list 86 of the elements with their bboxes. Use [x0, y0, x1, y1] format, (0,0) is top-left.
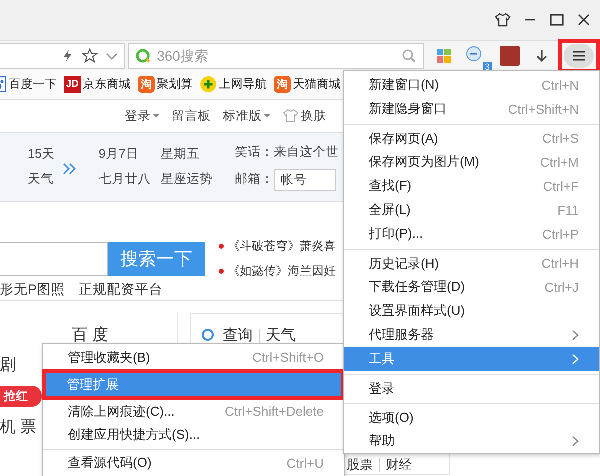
- text-link[interactable]: 正规配资平台: [79, 280, 164, 298]
- header-link[interactable]: 留言板: [172, 108, 211, 124]
- bullet-dot: [219, 269, 224, 274]
- menu-item[interactable]: 新建隐身窗口 Ctrl+Shift+N: [344, 97, 599, 121]
- chevron-right-icon: [572, 354, 579, 364]
- menu-item[interactable]: 查找(F) Ctrl+F: [344, 174, 599, 198]
- apps-grid-icon[interactable]: [436, 48, 452, 64]
- bookmark-link[interactable]: 百度一下: [9, 76, 57, 93]
- ring-logo-icon: [135, 48, 152, 64]
- account-field[interactable]: 帐号: [274, 168, 336, 190]
- horoscope-link[interactable]: 星座运势: [160, 171, 213, 188]
- shortcut-text: F11: [558, 202, 579, 218]
- download-icon[interactable]: [534, 48, 550, 64]
- finance-tab[interactable]: 股票: [347, 457, 373, 472]
- bookmark-link[interactable]: 聚划算: [157, 76, 193, 93]
- weather-link[interactable]: 天气: [28, 171, 55, 188]
- header-link[interactable]: 换肤: [301, 108, 327, 124]
- shortcut-text: Ctrl+J: [544, 280, 579, 294]
- joke-link[interactable]: 笑话：来自这个世: [234, 144, 339, 160]
- chevron-right-icon: [572, 436, 579, 446]
- double-chevron-icon[interactable]: [62, 163, 77, 175]
- menu-item[interactable]: 下载任务管理(D) Ctrl+J: [344, 275, 599, 299]
- caret-icon[interactable]: [264, 114, 271, 118]
- caret-icon[interactable]: [153, 114, 160, 118]
- nav-link[interactable]: 百 度: [72, 325, 108, 346]
- address-field[interactable]: [0, 42, 126, 68]
- bookmark-link[interactable]: 上网导航: [219, 76, 267, 93]
- shortcut-text: Ctrl+N: [542, 78, 579, 92]
- menu-item[interactable]: 管理收藏夹(B) Ctrl+Shift+O: [43, 346, 344, 369]
- promo-badge[interactable]: 抢红: [0, 386, 42, 407]
- shortcut-text: Ctrl+Shift+O: [252, 350, 324, 365]
- avatar-icon[interactable]: [500, 46, 520, 66]
- news-link[interactable]: 《斗破苍穹》萧炎喜: [228, 238, 336, 255]
- mail-label: 邮箱：: [234, 171, 274, 188]
- shortcut-text: Ctrl+P: [542, 226, 579, 242]
- bullet-dot: [219, 244, 224, 249]
- chat-bubble-icon[interactable]: [466, 46, 482, 62]
- weather-link[interactable]: 15天: [28, 146, 55, 163]
- menu-item[interactable]: 清除上网痕迹(C)... Ctrl+Shift+Delete: [43, 400, 344, 423]
- weekday-text: 星期五: [160, 146, 201, 163]
- logo-icon: JD: [64, 76, 81, 93]
- menu-item[interactable]: 创建应用快捷方式(S)...: [43, 423, 344, 446]
- lunar-date-text: 七月廿八: [98, 171, 151, 188]
- maximize-icon[interactable]: [549, 12, 565, 28]
- query-tab[interactable]: 查询: [223, 326, 253, 345]
- nav-link[interactable]: 机 票: [0, 417, 36, 438]
- shortcut-text: Ctrl+Shift+N: [508, 102, 579, 116]
- search-icon: [201, 328, 217, 344]
- menu-button[interactable]: [564, 44, 594, 68]
- shortcut-text: Ctrl+S: [542, 131, 579, 146]
- menu-item[interactable]: 历史记录(H) Ctrl+H: [344, 249, 599, 275]
- date-text: 9月7日: [98, 146, 140, 163]
- shortcut-text: Ctrl+Shift+Delete: [225, 404, 324, 419]
- menu-item[interactable]: 新建窗口(N) Ctrl+N: [344, 73, 599, 97]
- query-tab[interactable]: 天气: [266, 326, 296, 345]
- finance-tab[interactable]: 财经: [386, 457, 412, 472]
- nav-link[interactable]: 剧: [0, 355, 16, 376]
- bookmark-link[interactable]: 天猫商城: [293, 76, 341, 93]
- text-link[interactable]: 形无P图照: [0, 280, 66, 298]
- search-field[interactable]: [0, 242, 108, 276]
- bookmark-link[interactable]: 京东商城: [83, 76, 131, 93]
- news-link[interactable]: 《如懿传》海兰因妊: [228, 263, 336, 280]
- menu-item[interactable]: 保存网页为图片(M) Ctrl+M: [344, 150, 599, 174]
- shortcut-text: Ctrl+M: [540, 154, 579, 170]
- skin-icon[interactable]: [495, 12, 511, 28]
- header-link[interactable]: 登录: [125, 108, 151, 124]
- search-bar[interactable]: 360搜索: [128, 42, 424, 68]
- shortcut-text: Ctrl+U: [286, 456, 324, 470]
- logo-icon: 淘: [138, 76, 155, 93]
- menu-item[interactable]: 打印(P)... Ctrl+P: [344, 222, 599, 246]
- shortcut-text: Ctrl+H: [542, 256, 579, 271]
- menu-item[interactable]: 帮助: [344, 429, 599, 453]
- star-icon[interactable]: [82, 48, 98, 64]
- shortcut-text: Ctrl+F: [543, 178, 579, 194]
- header-link[interactable]: 标准版: [223, 108, 262, 124]
- menu-item[interactable]: 设置界面样式(U): [344, 299, 599, 323]
- plus-icon: [200, 76, 217, 93]
- logo-icon: 淘: [274, 76, 291, 93]
- chevron-right-icon: [572, 330, 579, 340]
- menu-item[interactable]: 代理服务器: [344, 323, 599, 347]
- menu-item[interactable]: 选项(O): [344, 403, 599, 429]
- close-icon[interactable]: [576, 12, 592, 28]
- menu-item[interactable]: 保存网页(A) Ctrl+S: [344, 124, 599, 150]
- menu-item[interactable]: 登录: [344, 374, 599, 400]
- menu-item[interactable]: 全屏(L) F11: [344, 198, 599, 222]
- menu-item[interactable]: 查看源代码(O) Ctrl+U: [43, 449, 344, 474]
